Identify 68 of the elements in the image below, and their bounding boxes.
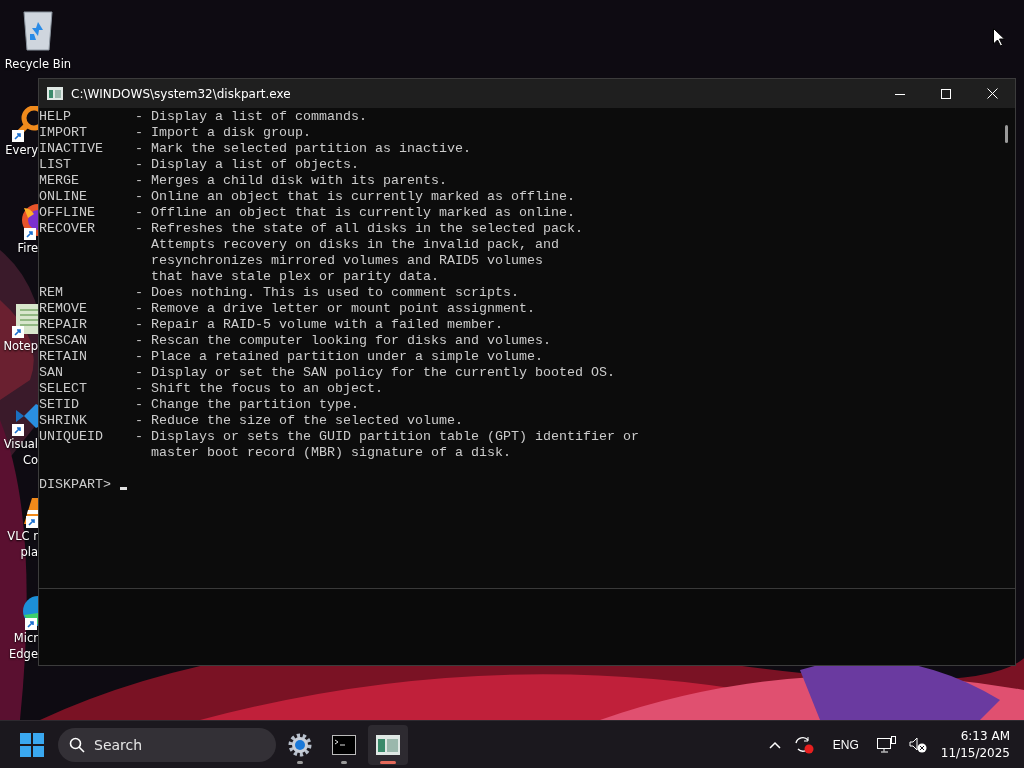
icon-label[interactable]: Co (22, 452, 38, 468)
icon-label[interactable]: Every (5, 142, 38, 158)
command-description: - Remove a drive letter or mount point assignment. (135, 301, 535, 317)
command-name: IMPORT (39, 125, 88, 141)
command-name: UNIQUEID (39, 429, 104, 445)
start-button[interactable] (20, 732, 44, 757)
clock[interactable]: 6:13 AM 11/15/2025 (940, 727, 1010, 762)
command-description: - Does nothing. This is used to comment scripts. (135, 285, 519, 301)
command-description: - Mark the selected partition as inactive. (135, 141, 471, 157)
command-name: RESCAN (39, 333, 88, 349)
command-description: resynchronizes mirrored volumes and RAID5 volumes (151, 253, 543, 269)
command-description: - Import a disk group. (135, 125, 311, 141)
search-icon (69, 736, 85, 753)
command-name: ONLINE (39, 189, 88, 205)
command-name: INACTIVE (39, 141, 104, 157)
command-description: - Displays or sets the GUID partition table (GPT) identifier or (135, 429, 639, 445)
command-description: - Online an object that is currently marked as offline. (135, 189, 575, 205)
language-indicator[interactable]: ENG (826, 737, 865, 752)
icon-label[interactable]: Notep (3, 338, 38, 354)
command-name: REM (39, 285, 64, 301)
icon-label[interactable]: Micr (13, 630, 38, 646)
icon-label[interactable]: Visual (3, 436, 38, 452)
command-description: - Refreshes the state of all disks in the selected pack. (135, 221, 583, 237)
text-cursor (120, 487, 127, 490)
command-name: HELP (39, 109, 72, 125)
close-icon (986, 88, 998, 99)
command-name: REPAIR (39, 317, 88, 333)
window-title: C:\WINDOWS\system32\diskpart.exe (71, 86, 292, 101)
command-description: - Place a retained partition under a simple volume. (135, 349, 543, 365)
maximize-icon (941, 88, 951, 99)
command-description: that have stale plex or parity data. (151, 269, 439, 285)
taskbar-app-button[interactable] (368, 724, 408, 765)
command-name: RETAIN (39, 349, 88, 365)
command-description: - Rescan the computer looking for disks and volumes. (135, 333, 551, 349)
icon-label[interactable]: pla (20, 544, 38, 560)
command-description: - Display or set the SAN policy for the currently booted OS. (135, 365, 615, 381)
command-description: - Offline an object that is currently marked as online. (135, 205, 575, 221)
command-description: - Merges a child disk with its parents. (135, 173, 447, 189)
command-description: master boot record (MBR) signature of a disk. (151, 445, 511, 461)
command-name: REMOVE (39, 301, 88, 317)
gear-icon (288, 732, 312, 757)
search-field[interactable]: Search (58, 727, 276, 762)
command-name: MERGE (39, 173, 80, 189)
terminal-icon (332, 734, 356, 755)
command-description: - Display a list of objects. (135, 157, 359, 173)
command-name: SELECT (39, 381, 88, 397)
command-description: Attempts recovery on disks in the invalid pack, and (151, 237, 559, 253)
command-description: - Display a list of commands. (135, 109, 367, 125)
command-name: SETID (39, 397, 80, 413)
command-prompt: DISKPART> (39, 477, 111, 493)
icon-label[interactable]: Fire (17, 240, 38, 256)
scrollbar-thumb[interactable] (1005, 125, 1008, 143)
icon-label[interactable]: Recycle Bin (4, 56, 72, 72)
command-name: SHRINK (39, 413, 88, 429)
command-name: RECOVER (39, 221, 96, 237)
console-app-icon (47, 87, 63, 100)
command-name: OFFLINE (39, 205, 96, 221)
icon-label[interactable]: VLC r (7, 528, 38, 544)
command-description: - Repair a RAID-5 volume with a failed member. (135, 317, 503, 333)
recycle-bin-icon (20, 8, 56, 52)
pointer-icon (993, 28, 1005, 47)
command-description: - Reduce the size of the selected volume. (135, 413, 463, 429)
command-description: - Shift the focus to an object. (135, 381, 383, 397)
icon-label[interactable]: Edge (9, 646, 38, 662)
console-app-icon (376, 734, 400, 755)
command-name: SAN (39, 365, 64, 381)
command-name: LIST (39, 157, 72, 173)
command-description: - Change the partition type. (135, 397, 359, 413)
